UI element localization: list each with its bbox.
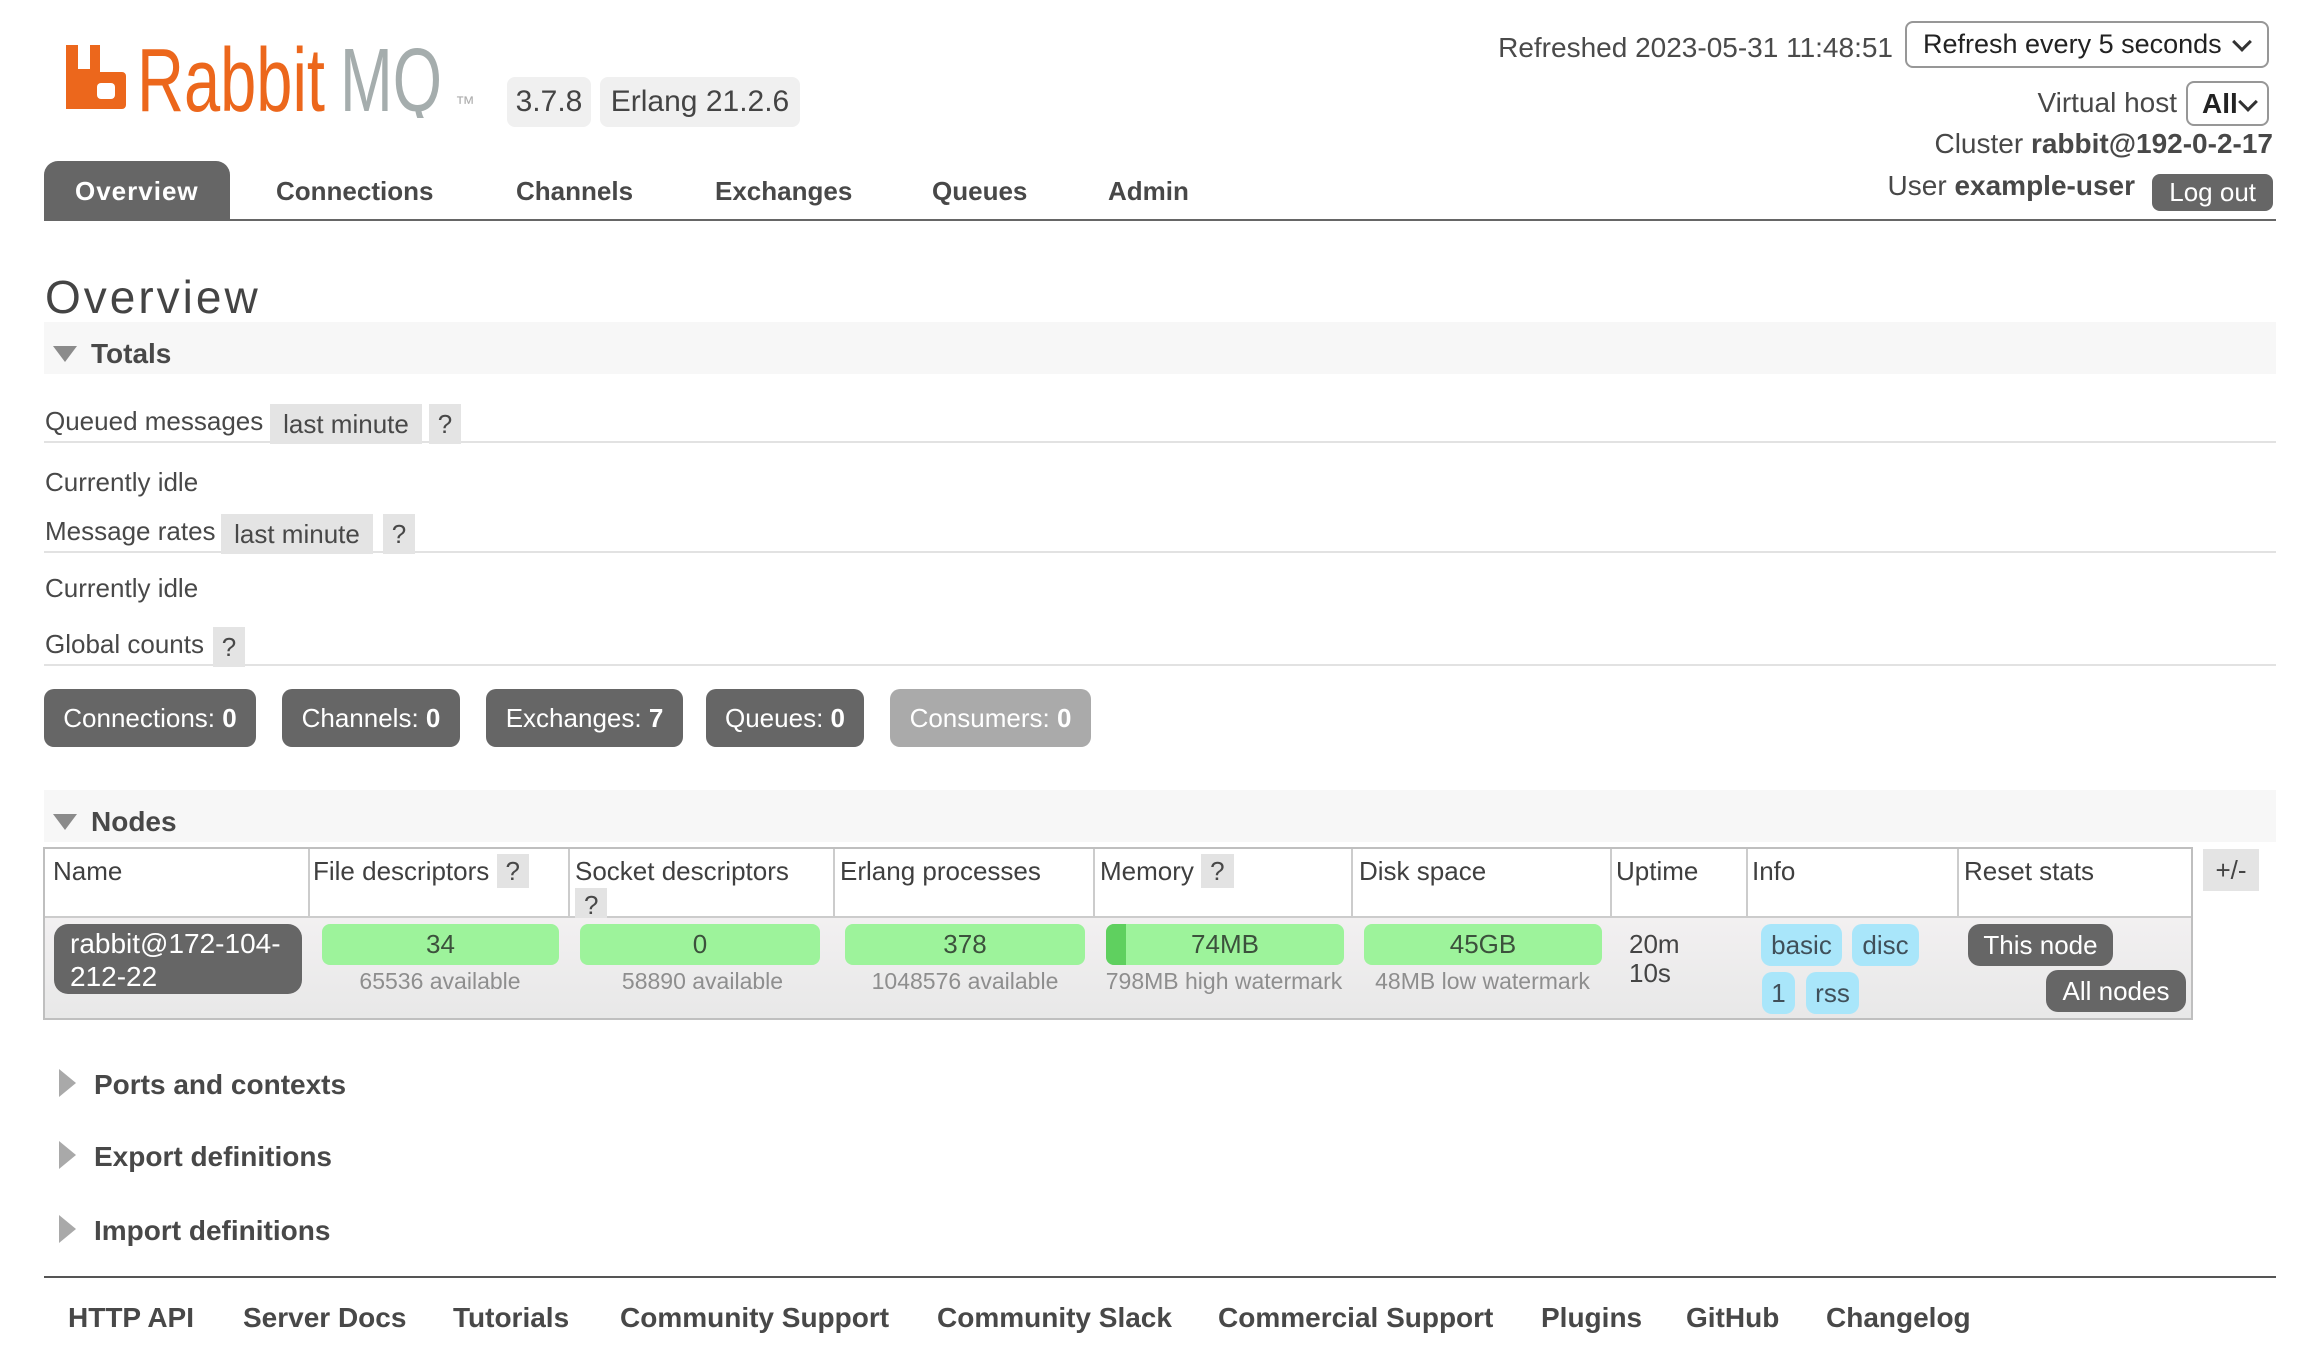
svg-text:Rabbit: Rabbit: [137, 43, 325, 118]
svg-text:MQ: MQ: [340, 43, 442, 118]
svg-text:™: ™: [455, 93, 475, 115]
